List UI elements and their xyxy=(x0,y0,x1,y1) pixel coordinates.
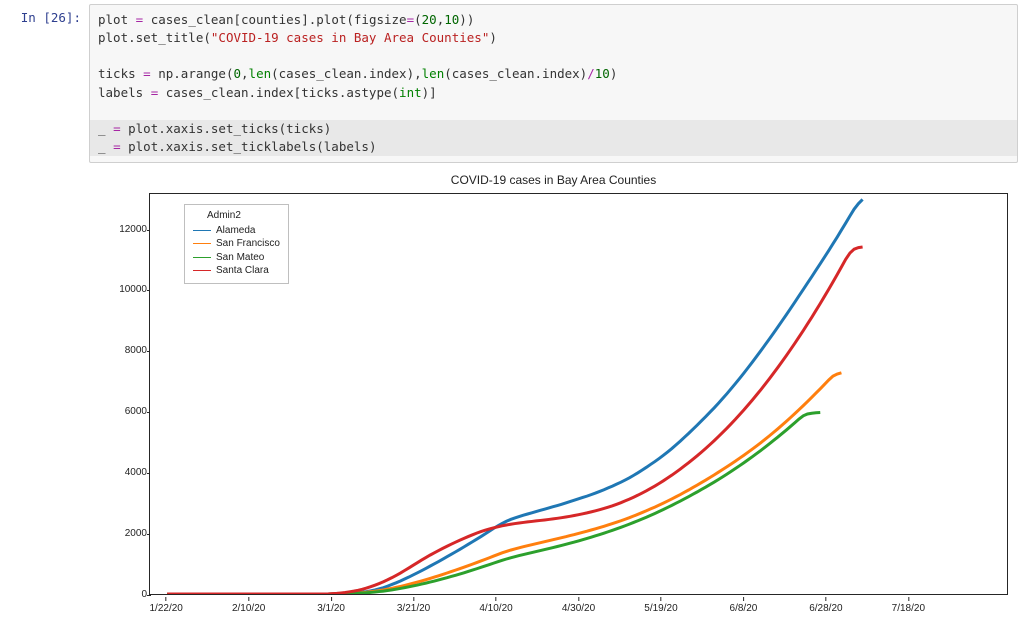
x-tick-label: 3/21/20 xyxy=(397,597,430,614)
cell-output: . COVID-19 cases in Bay Area Counties 02… xyxy=(6,169,1018,619)
x-tick-label: 6/28/20 xyxy=(809,597,842,614)
plot-frame: Admin2 AlamedaSan FranciscoSan MateoSant… xyxy=(149,193,1008,595)
x-tick-label: 2/10/20 xyxy=(232,597,265,614)
y-tick-label: 2000 xyxy=(113,529,147,539)
legend-label: San Francisco xyxy=(216,237,280,251)
series-line xyxy=(167,412,820,594)
legend-item: Alameda xyxy=(193,224,280,238)
series-line xyxy=(167,247,862,594)
code-cell[interactable]: In [26]: plot = cases_clean[counties].pl… xyxy=(6,4,1018,163)
y-tick-label: 8000 xyxy=(113,346,147,356)
legend-swatch xyxy=(193,257,211,258)
x-tick-label: 6/8/20 xyxy=(730,597,758,614)
y-tick-label: 4000 xyxy=(113,468,147,478)
x-tick-label: 4/30/20 xyxy=(562,597,595,614)
notebook: In [26]: plot = cases_clean[counties].pl… xyxy=(0,0,1024,639)
legend-title: Admin2 xyxy=(193,209,280,223)
y-tick-label: 10000 xyxy=(113,285,147,295)
legend-swatch xyxy=(193,230,211,231)
legend-label: San Mateo xyxy=(216,251,264,265)
legend-swatch xyxy=(193,243,211,244)
chart-title: COVID-19 cases in Bay Area Counties xyxy=(89,173,1018,187)
legend-item: Santa Clara xyxy=(193,264,280,278)
x-axis-ticks: 1/22/20 2/10/20 3/1/20 3/21/20 4/10/20 4/30/2… xyxy=(149,597,1008,619)
legend-swatch xyxy=(193,270,211,271)
x-tick-label: 5/19/20 xyxy=(644,597,677,614)
plot-output: COVID-19 cases in Bay Area Counties 0200… xyxy=(89,169,1018,619)
y-tick-label: 0 xyxy=(113,590,147,600)
cell-prompt: In [26]: xyxy=(6,4,89,25)
y-tick-label: 6000 xyxy=(113,407,147,417)
legend-item: San Mateo xyxy=(193,251,280,265)
y-tick-label: 12000 xyxy=(113,225,147,235)
y-axis-ticks: 020004000600080001000012000 xyxy=(113,193,147,595)
code-input[interactable]: plot = cases_clean[counties].plot(figsiz… xyxy=(89,4,1018,163)
x-tick-label: 1/22/20 xyxy=(149,597,182,614)
legend-item: San Francisco xyxy=(193,237,280,251)
x-tick-label: 3/1/20 xyxy=(317,597,345,614)
legend-label: Santa Clara xyxy=(216,264,269,278)
chart: 020004000600080001000012000 Admin2 Alame… xyxy=(125,189,1008,619)
legend: Admin2 AlamedaSan FranciscoSan MateoSant… xyxy=(184,204,289,284)
x-tick-label: 7/18/20 xyxy=(892,597,925,614)
x-tick-label: 4/10/20 xyxy=(479,597,512,614)
legend-label: Alameda xyxy=(216,224,255,238)
